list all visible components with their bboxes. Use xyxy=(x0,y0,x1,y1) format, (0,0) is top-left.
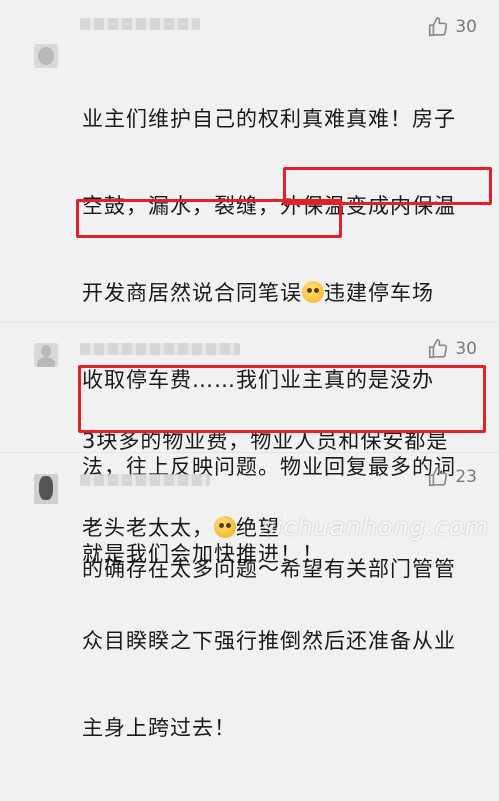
flushed-face-icon xyxy=(302,281,324,303)
comment-text-part: 违建停车场 xyxy=(324,281,434,305)
like-count: 30 xyxy=(455,339,477,359)
thumbs-up-icon xyxy=(429,17,448,37)
avatar[interactable] xyxy=(34,343,58,367)
avatar[interactable] xyxy=(34,474,58,504)
highlight-box xyxy=(78,365,486,433)
highlight-box xyxy=(76,199,342,238)
comment-2: 30 3块多的物业费，物业人员和保安都是 老头老太太， 绝望 xyxy=(0,330,499,540)
divider xyxy=(0,452,499,453)
like-button[interactable]: 30 xyxy=(427,338,477,360)
divider xyxy=(0,322,499,323)
comment-line: 开发商居然说合同笔误 违建停车场 xyxy=(82,279,482,308)
comment-line: 的确存在太多问题～希望有关部门管管 xyxy=(82,557,456,581)
comment-line: 业主们维护自己的权利真难真难！房子 xyxy=(82,107,456,131)
like-button[interactable]: 30 xyxy=(427,16,477,38)
username[interactable] xyxy=(80,343,240,355)
comment-text-part: 开发商居然说合同笔误 xyxy=(82,281,302,305)
comment-1: 30 业主们维护自己的权利真难真难！房子 空鼓，漏水，裂缝，外保温变成内保温 开… xyxy=(0,0,499,740)
watermark: sichuanhong.com xyxy=(262,513,489,541)
like-count: 30 xyxy=(455,17,477,37)
thumbs-up-icon xyxy=(429,339,448,359)
username[interactable] xyxy=(80,18,200,30)
thumbs-up-icon xyxy=(429,467,448,487)
avatar[interactable] xyxy=(34,44,58,68)
like-button[interactable]: 23 xyxy=(427,466,477,488)
username[interactable] xyxy=(80,474,210,486)
like-count: 23 xyxy=(455,467,477,487)
comment-line: 主身上跨过去！ xyxy=(82,716,236,740)
